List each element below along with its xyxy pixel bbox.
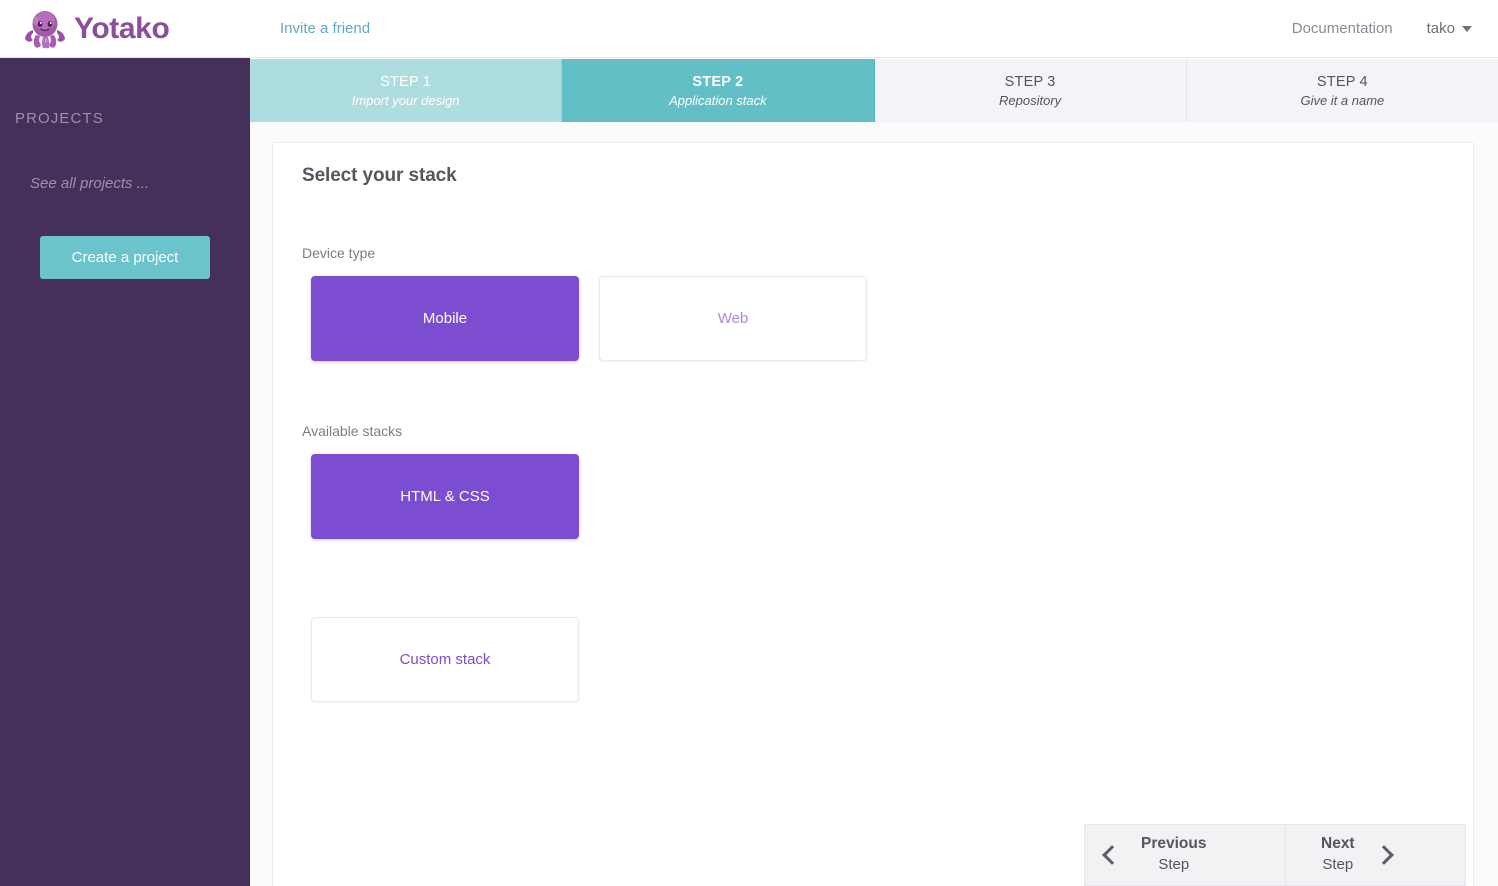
chevron-left-icon — [1102, 845, 1122, 865]
step-2-subtitle: Application stack — [669, 92, 767, 108]
next-step-title: Next — [1321, 835, 1355, 853]
documentation-link[interactable]: Documentation — [1292, 20, 1393, 37]
step-4-number: STEP 4 — [1316, 73, 1368, 90]
top-header: Yotako Invite a friend Documentation tak… — [0, 0, 1498, 58]
octopus-icon — [22, 8, 68, 50]
select-stack-panel: Select your stack Device type Mobile Web… — [272, 142, 1474, 886]
step-3-number: STEP 3 — [1004, 73, 1056, 90]
page-title: Select your stack — [302, 165, 457, 186]
step-tab-2[interactable]: STEP 2 Application stack — [562, 59, 875, 122]
stack-option-html-css[interactable]: HTML & CSS — [311, 454, 579, 539]
chevron-right-icon — [1373, 845, 1394, 865]
step-4-subtitle: Give it a name — [1300, 92, 1385, 108]
step-1-number: STEP 1 — [380, 73, 432, 90]
create-a-project-button[interactable]: Create a project — [40, 236, 210, 279]
header-right-links: Documentation tako — [1292, 20, 1498, 37]
sidebar-title: PROJECTS — [15, 110, 104, 127]
invite-a-friend-link[interactable]: Invite a friend — [280, 20, 370, 37]
chevron-down-icon — [1462, 25, 1472, 32]
step-2-number: STEP 2 — [692, 73, 744, 90]
device-option-mobile[interactable]: Mobile — [311, 276, 579, 361]
step-tab-4[interactable]: STEP 4 Give it a name — [1186, 59, 1498, 122]
step-progress-bar: STEP 1 Import your design STEP 2 Applica… — [250, 59, 1498, 122]
logo[interactable]: Yotako — [0, 0, 250, 58]
previous-step-button[interactable]: Previous Step — [1084, 824, 1286, 886]
user-menu[interactable]: tako — [1427, 20, 1472, 37]
previous-step-labels: Previous Step — [1141, 834, 1206, 875]
step-tab-1[interactable]: STEP 1 Import your design — [250, 59, 563, 122]
main-content: Select your stack Device type Mobile Web… — [250, 122, 1498, 886]
logo-text: Yotako — [74, 11, 170, 45]
next-step-labels: Next Step — [1321, 834, 1355, 875]
previous-step-title: Previous — [1141, 835, 1207, 853]
device-option-web[interactable]: Web — [599, 276, 867, 361]
available-stack-options: HTML & CSS — [273, 439, 1473, 539]
step-1-subtitle: Import your design — [351, 92, 460, 108]
wizard-navigation: Previous Step Next Step — [1084, 824, 1466, 886]
device-option-web-label: Web — [717, 310, 749, 327]
header-left-links: Invite a friend — [250, 20, 370, 37]
custom-stack-button[interactable]: Custom stack — [311, 617, 579, 702]
user-menu-label: tako — [1426, 20, 1455, 37]
device-type-options: Mobile Web — [273, 261, 1473, 361]
available-stacks-label: Available stacks — [302, 423, 403, 439]
step-tab-3[interactable]: STEP 3 Repository — [874, 59, 1187, 122]
device-type-label: Device type — [302, 245, 376, 261]
app-root: Yotako Invite a friend Documentation tak… — [0, 0, 1498, 886]
stack-option-html-css-label: HTML & CSS — [400, 488, 490, 505]
custom-stack-label: Custom stack — [399, 651, 491, 668]
next-step-button[interactable]: Next Step — [1286, 824, 1466, 886]
step-3-subtitle: Repository — [999, 92, 1062, 108]
custom-stack-row: Custom stack — [273, 539, 1473, 702]
next-step-subtitle: Step — [1322, 856, 1354, 874]
previous-step-subtitle: Step — [1158, 856, 1190, 874]
device-option-mobile-label: Mobile — [422, 310, 468, 327]
sidebar-see-all-projects-link[interactable]: See all projects ... — [0, 127, 250, 192]
sidebar: PROJECTS See all projects ... Create a p… — [0, 58, 250, 886]
